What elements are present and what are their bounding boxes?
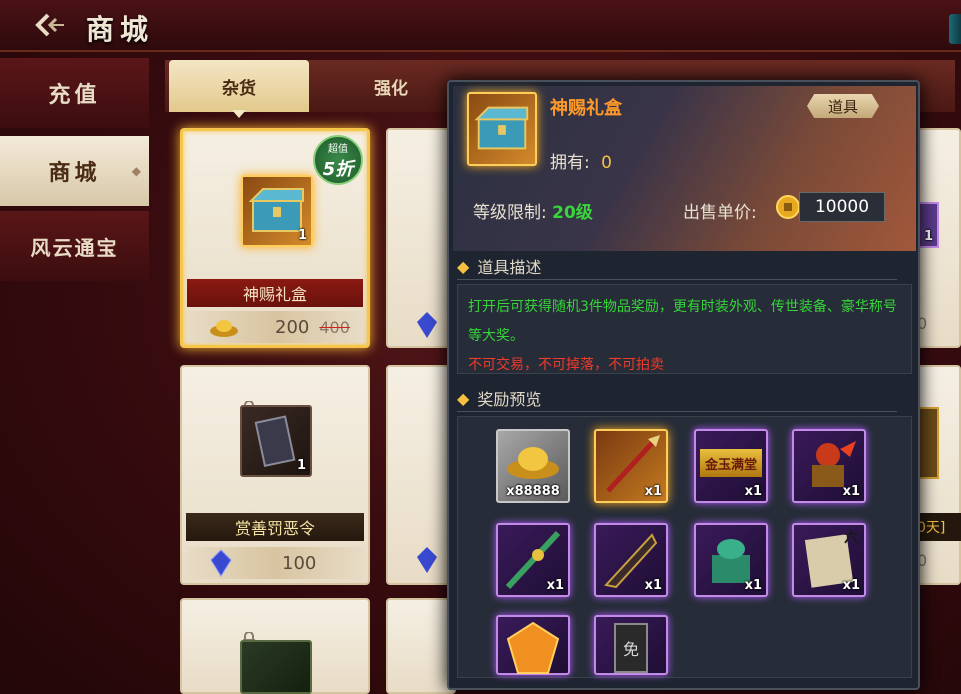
price-bar: 200 400 [187, 311, 363, 343]
item-quantity: 1 [297, 228, 307, 243]
product-icon-frame [240, 640, 312, 694]
discount-badge: 超值 5折 [313, 135, 363, 185]
sidebar-item-label: 商城 [48, 161, 101, 186]
blue-crystal-icon [414, 545, 440, 579]
level-row: 等级限制: 20级 [473, 198, 593, 223]
blue-crystal-icon [414, 310, 440, 344]
reward-grid: x88888 x1 金玉满堂 x1 x1 x1 x1 x1 六 x1 免 [457, 416, 912, 678]
back-arrow-icon [35, 13, 64, 37]
amber-gem-icon [506, 621, 560, 674]
product-card[interactable] [386, 598, 456, 694]
item-type-text: 道具 [827, 97, 858, 116]
price-bar: 100 [186, 547, 364, 579]
description-text: 打开后可获得随机3件物品奖励，更有时装外观、传世装备、豪华称号等大奖。 [468, 299, 897, 344]
reward-quantity: x1 [644, 484, 662, 499]
description-title: 道具描述 [477, 258, 542, 277]
scroll-label: 六 [844, 530, 858, 546]
item-type-tag: 道具 [807, 94, 879, 118]
reward-quantity: x1 [842, 578, 860, 593]
product-icon-frame: 1 [241, 175, 313, 247]
reward-item[interactable]: 金玉满堂 x1 [694, 429, 768, 503]
title-plaque-icon: 金玉满堂 [700, 449, 762, 477]
sell-price-value: 10000 [799, 192, 885, 222]
level-label: 等级限制: [473, 203, 547, 223]
owned-label: 拥有: [550, 153, 590, 173]
product-name: 赏善罚恶令 [186, 513, 364, 541]
tab-enhance[interactable]: 强化 [321, 60, 461, 112]
sidebar-item-recharge[interactable]: 充值 [0, 58, 149, 128]
owned-value: 0 [601, 153, 612, 173]
page-title: 商城 [86, 13, 155, 46]
popup-header: 神赐礼盒 道具 拥有: 0 等级限制: 20级 出售单价: 10000 [453, 86, 916, 251]
product-icon-frame: 1 [240, 405, 312, 477]
corner-decoration [949, 14, 961, 44]
product-card[interactable]: 1 赏善罚恶令 100 [180, 365, 370, 585]
original-price: 400 [319, 317, 350, 337]
sidebar-item-fengyun-coin[interactable]: 风云通宝 [0, 211, 149, 281]
gift-box-icon [474, 106, 529, 150]
product-name: 神赐礼盒 [187, 279, 363, 307]
description-box: 打开后可获得随机3件物品奖励，更有时装外观、传世装备、豪华称号等大奖。 不可交易… [457, 284, 912, 374]
tab-groceries[interactable]: 杂货 [169, 60, 309, 112]
product-price: 200 [275, 316, 310, 338]
reward-quantity: x1 [644, 578, 662, 593]
badge-top-text: 超值 [328, 143, 348, 155]
popup-item-name: 神赐礼盒 [550, 98, 622, 119]
badge-main-text: 5折 [322, 158, 354, 180]
reward-item[interactable]: 免 [594, 615, 668, 675]
product-name-text: 赏善罚恶令 [234, 519, 315, 538]
item-detail-popup: 神赐礼盒 道具 拥有: 0 等级限制: 20级 出售单价: 10000 ◆ 道具… [447, 80, 920, 690]
product-name-text: 神赐礼盒 [242, 285, 307, 304]
product-card[interactable] [180, 598, 370, 694]
product-card[interactable]: 1 超值 5折 神赐礼盒 200 400 [180, 128, 370, 348]
item-quantity: 1 [923, 229, 933, 244]
sidebar-item-label: 充值 [48, 83, 101, 108]
reward-preview-header: ◆ 奖励预览 [457, 386, 897, 412]
gold-ingot-icon [507, 447, 559, 479]
item-quantity: 1 [296, 458, 306, 473]
reward-quantity: x1 [842, 484, 860, 499]
blue-crystal-icon [210, 549, 232, 577]
reward-quantity: x1 [744, 578, 762, 593]
tab-label: 杂货 [222, 78, 256, 99]
diamond-bullet-icon: ◆ [457, 388, 470, 408]
top-bar: 商城 [0, 0, 961, 52]
sidebar-item-label: 风云通宝 [30, 235, 119, 260]
tab-label: 强化 [374, 78, 408, 99]
reward-item[interactable]: x1 [792, 429, 866, 503]
level-value: 20级 [552, 203, 593, 223]
reward-quantity: x1 [744, 484, 762, 499]
chevron-right-icon: ◆ [131, 164, 145, 178]
sell-price-label: 出售单价: [683, 203, 757, 223]
restriction-text: 不可交易，不可掉落，不可拍卖 [468, 357, 664, 373]
product-card[interactable]: 0天] 0 [915, 365, 961, 585]
reward-preview-title: 奖励预览 [477, 390, 542, 409]
product-card[interactable]: 1 0 [915, 128, 961, 348]
gold-ingot-icon [210, 320, 238, 337]
product-price: 100 [282, 552, 317, 574]
tab-pointer [232, 110, 246, 118]
sidebar-item-shop[interactable]: 商城 ◆ [0, 136, 149, 206]
description-header: ◆ 道具描述 [457, 254, 897, 280]
diamond-bullet-icon: ◆ [457, 256, 470, 276]
product-tag: 0天] [917, 513, 961, 541]
reward-item[interactable]: x1 [594, 429, 668, 503]
back-button[interactable] [32, 10, 68, 40]
product-icon-frame: 1 [917, 202, 939, 248]
product-card[interactable] [386, 365, 456, 585]
reward-item[interactable]: x1 [694, 523, 768, 597]
reward-item[interactable]: x88888 [496, 429, 570, 503]
popup-item-icon-frame [467, 92, 537, 166]
reward-item[interactable]: 六 x1 [792, 523, 866, 597]
reward-quantity: x88888 [506, 484, 560, 499]
product-card[interactable] [386, 128, 456, 348]
reward-item[interactable]: x1 [594, 523, 668, 597]
reward-quantity: x1 [546, 578, 564, 593]
reward-item[interactable]: x1 [496, 523, 570, 597]
owned-row: 拥有: 0 [550, 148, 612, 173]
reward-item[interactable] [496, 615, 570, 675]
coin-icon [776, 195, 800, 219]
exempt-token-icon: 免 [614, 623, 648, 673]
product-icon-frame [917, 407, 939, 479]
